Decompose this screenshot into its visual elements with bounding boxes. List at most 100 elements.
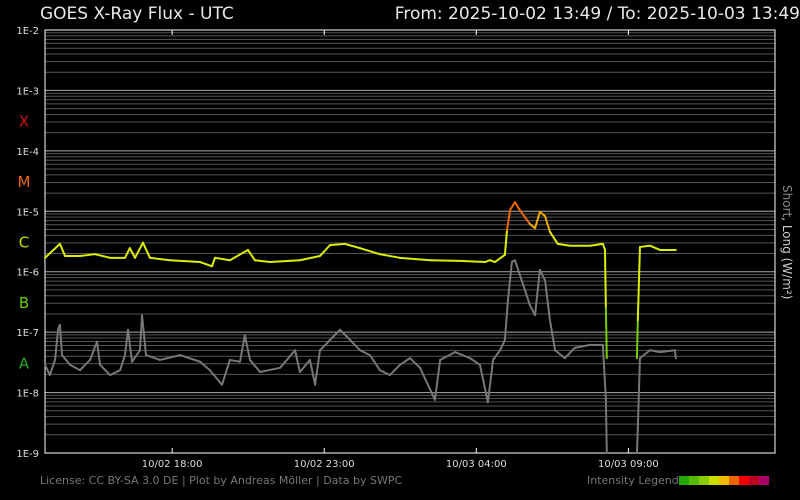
series-short-segment <box>78 358 92 372</box>
series-short-segment <box>119 354 126 372</box>
series-short-segment <box>604 398 608 454</box>
series-long-segment <box>648 244 662 251</box>
series-short-segment <box>638 349 651 360</box>
y-tick-label: 1E-2 <box>16 26 39 37</box>
series-long-segment <box>134 241 144 259</box>
series-long-segment <box>503 229 509 256</box>
legend-swatch <box>698 476 709 485</box>
series-short-segment <box>259 366 282 374</box>
series-long-segment <box>298 255 321 262</box>
series-short-segment <box>249 358 262 374</box>
series-short-segment <box>54 328 60 361</box>
flare-class-C: C <box>19 234 29 252</box>
y-tick-label: 1E-3 <box>16 86 39 97</box>
legend-swatch <box>708 476 719 485</box>
y-tick-label: 1E-9 <box>16 449 39 460</box>
series-short-segment <box>513 259 521 276</box>
y-label-short: Short <box>780 185 794 218</box>
series-long-segment <box>228 248 249 262</box>
legend-swatch <box>758 476 769 485</box>
y-tick-label: 1E-8 <box>16 389 39 400</box>
series-long-segment <box>589 242 604 247</box>
series-short-segment <box>44 363 51 377</box>
series-short-segment <box>486 358 495 404</box>
series-short-segment <box>503 299 509 341</box>
series-long-segment <box>506 209 512 232</box>
license-text: License: CC BY-SA 3.0 DE | Plot by Andre… <box>40 474 403 487</box>
series-long-segment <box>141 241 151 259</box>
series-long-segment <box>343 242 362 250</box>
x-tick-label: 10/02 23:00 <box>294 459 355 470</box>
intensity-legend-label: Intensity Legend <box>587 474 679 487</box>
series-short-segment <box>228 358 241 363</box>
series-long-segment <box>638 244 651 248</box>
flux-plot: 1E-2 1E-3 1E-4 1E-5 1E-6 1E-7 1E-8 1E-9 X M C B A 10/… <box>16 26 776 470</box>
series-short-segment <box>492 349 502 361</box>
legend-swatch <box>688 476 699 485</box>
series-short-segment <box>279 349 297 369</box>
series-short-segment <box>238 334 246 363</box>
series-long-segment <box>44 242 61 259</box>
x-tick-label: 10/02 18:00 <box>142 459 203 470</box>
flare-class-B: B <box>19 294 29 312</box>
series-long-segment <box>548 230 559 245</box>
series-short-segment <box>601 343 607 401</box>
legend-swatch <box>728 476 739 485</box>
series-long-segment <box>318 244 332 258</box>
series-long-segment <box>269 259 301 264</box>
series-short-segment <box>368 354 381 372</box>
series-long-segment <box>246 248 256 262</box>
series-long-segment <box>93 253 112 259</box>
series-short-segment <box>314 349 321 386</box>
series-long-segment <box>398 256 432 262</box>
series-long-segment <box>148 256 172 262</box>
series-short-segment <box>409 357 422 369</box>
series-long-segment <box>493 253 506 264</box>
series-short-segment <box>99 363 112 377</box>
series-long-segment <box>635 319 639 360</box>
series-long-segment <box>556 242 571 247</box>
series-short-segment <box>298 358 311 374</box>
series-short-segment <box>478 363 489 404</box>
legend-swatch <box>718 476 729 485</box>
series-long-segment <box>214 256 231 262</box>
series-short-segment <box>534 268 541 317</box>
y-tick-label: 1E-7 <box>16 328 39 339</box>
series-long-segment <box>199 261 213 268</box>
legend-swatch <box>748 476 759 485</box>
series-long-segment <box>429 259 461 262</box>
series-long-segment <box>636 245 641 322</box>
y-tick-label: 1E-5 <box>16 207 39 218</box>
y-tick-label: 1E-6 <box>16 268 39 279</box>
series-short-segment <box>673 349 677 360</box>
series-long-segment <box>210 256 217 268</box>
series-long-segment <box>458 259 486 264</box>
series-long-segment <box>329 242 346 247</box>
intensity-color-bar <box>678 476 769 485</box>
x-tick-label: 10/03 04:00 <box>446 459 507 470</box>
series-short-segment <box>636 357 641 430</box>
series-short-segment <box>388 363 401 377</box>
series-long-segment <box>78 253 96 258</box>
series-short-segment <box>359 349 371 357</box>
series-short-segment <box>554 349 566 360</box>
series-long-segment <box>169 259 202 264</box>
series-long-segment <box>604 306 608 360</box>
series-short-segment <box>68 363 81 372</box>
series-long-segment <box>509 201 516 212</box>
series-short-segment <box>208 369 224 386</box>
x-tick-label: 10/03 09:00 <box>598 459 659 470</box>
series-long-segment <box>253 259 272 264</box>
legend-swatch <box>738 476 749 485</box>
series-short-segment <box>48 358 57 377</box>
series-long-segment <box>378 253 401 259</box>
legend-swatch <box>678 476 689 485</box>
intensity-legend: Intensity Legend <box>587 474 769 487</box>
y-axis-label: Short, Long (W/m²) <box>780 185 794 299</box>
y-tick-label: 1E-4 <box>16 147 39 158</box>
series-long-segment <box>603 248 607 309</box>
flare-class-A: A <box>19 354 30 372</box>
series-short-segment <box>635 427 639 454</box>
series-short-segment <box>454 351 471 360</box>
series-short-segment <box>89 340 99 361</box>
